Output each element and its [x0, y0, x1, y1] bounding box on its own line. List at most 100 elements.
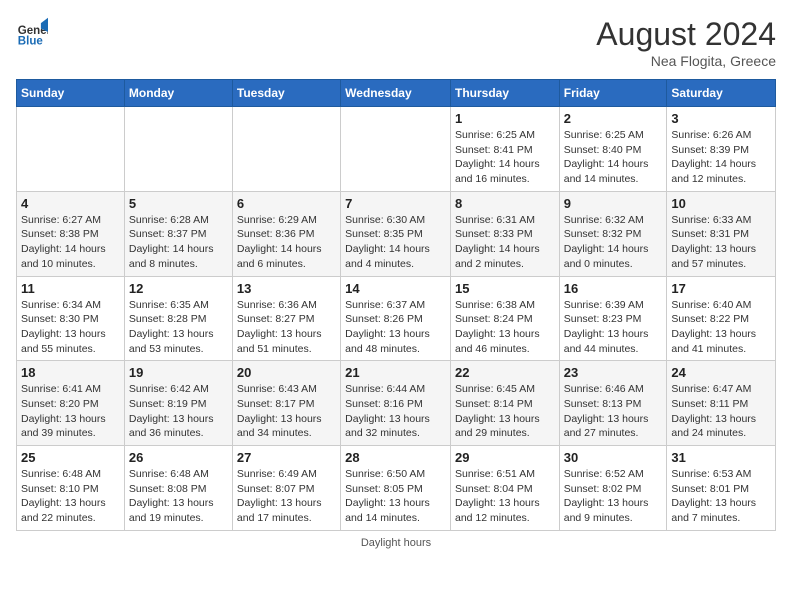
- table-row: 23Sunrise: 6:46 AM Sunset: 8:13 PM Dayli…: [559, 361, 667, 446]
- table-row: 8 Sunrise: 6:31 AM Sunset: 8:33 PM Daylig…: [450, 191, 559, 276]
- day-number: 17: [671, 281, 771, 296]
- day-info: Sunrise: 6:32 AM Sunset: 8:32 PM Dayligh…: [564, 213, 663, 272]
- day-info: Sunrise: 6:52 AM Sunset: 8:02 PM Dayligh…: [564, 467, 663, 526]
- header-tuesday: Tuesday: [232, 80, 340, 107]
- day-number: 19: [129, 365, 228, 380]
- day-info: Sunrise: 6:50 AM Sunset: 8:05 PM Dayligh…: [345, 467, 446, 526]
- table-row: [124, 107, 232, 192]
- table-row: 22Sunrise: 6:45 AM Sunset: 8:14 PM Dayli…: [450, 361, 559, 446]
- day-number: 22: [455, 365, 555, 380]
- header-thursday: Thursday: [450, 80, 559, 107]
- day-info: Sunrise: 6:34 AM Sunset: 8:30 PM Dayligh…: [21, 298, 120, 357]
- table-row: 31 Sunrise: 6:53 AM Sunset: 8:01 PM Dayli…: [667, 446, 776, 531]
- day-info: Sunrise: 6:41 AM Sunset: 8:20 PM Dayligh…: [21, 382, 120, 441]
- day-info: Sunrise: 6:36 AM Sunset: 8:27 PM Dayligh…: [237, 298, 336, 357]
- table-row: 1Sunrise: 6:25 AM Sunset: 8:41 PM Daylig…: [450, 107, 559, 192]
- footer-text: Daylight hours: [16, 537, 776, 549]
- table-row: 16 Sunrise: 6:39 AM Sunset: 8:23 PM Dayli…: [559, 276, 667, 361]
- day-info: Sunrise: 6:48 AM Sunset: 8:10 PM Dayligh…: [21, 467, 120, 526]
- table-row: 24Sunrise: 6:47 AM Sunset: 8:11 PM Dayli…: [667, 361, 776, 446]
- day-info: Sunrise: 6:44 AM Sunset: 8:16 PM Dayligh…: [345, 382, 446, 441]
- day-number: 2: [564, 111, 663, 126]
- table-row: 10Sunrise: 6:33 AM Sunset: 8:31 PM Dayli…: [667, 191, 776, 276]
- calendar-body: 1Sunrise: 6:25 AM Sunset: 8:41 PM Daylig…: [17, 107, 776, 531]
- day-number: 7: [345, 196, 446, 211]
- table-row: 12 Sunrise: 6:35 AM Sunset: 8:28 PM Dayli…: [124, 276, 232, 361]
- calendar-table: Sunday Monday Tuesday Wednesday Thursday…: [16, 79, 776, 531]
- day-number: 3: [671, 111, 771, 126]
- table-row: 6 Sunrise: 6:29 AM Sunset: 8:36 PM Daylig…: [232, 191, 340, 276]
- day-info: Sunrise: 6:35 AM Sunset: 8:28 PM Dayligh…: [129, 298, 228, 357]
- header-friday: Friday: [559, 80, 667, 107]
- day-number: 1: [455, 111, 555, 126]
- day-info: Sunrise: 6:40 AM Sunset: 8:22 PM Dayligh…: [671, 298, 771, 357]
- table-row: 18Sunrise: 6:41 AM Sunset: 8:20 PM Dayli…: [17, 361, 125, 446]
- table-row: 28 Sunrise: 6:50 AM Sunset: 8:05 PM Dayli…: [341, 446, 451, 531]
- day-info: Sunrise: 6:38 AM Sunset: 8:24 PM Dayligh…: [455, 298, 555, 357]
- day-number: 31: [671, 450, 771, 465]
- day-info: Sunrise: 6:46 AM Sunset: 8:13 PM Dayligh…: [564, 382, 663, 441]
- day-info: Sunrise: 6:30 AM Sunset: 8:35 PM Dayligh…: [345, 213, 446, 272]
- day-info: Sunrise: 6:25 AM Sunset: 8:40 PM Dayligh…: [564, 128, 663, 187]
- day-number: 24: [671, 365, 771, 380]
- table-row: 30 Sunrise: 6:52 AM Sunset: 8:02 PM Dayli…: [559, 446, 667, 531]
- day-info: Sunrise: 6:51 AM Sunset: 8:04 PM Dayligh…: [455, 467, 555, 526]
- day-number: 25: [21, 450, 120, 465]
- header-wednesday: Wednesday: [341, 80, 451, 107]
- day-info: Sunrise: 6:43 AM Sunset: 8:17 PM Dayligh…: [237, 382, 336, 441]
- day-info: Sunrise: 6:29 AM Sunset: 8:36 PM Dayligh…: [237, 213, 336, 272]
- table-row: 11 Sunrise: 6:34 AM Sunset: 8:30 PM Dayli…: [17, 276, 125, 361]
- table-row: 5 Sunrise: 6:28 AM Sunset: 8:37 PM Daylig…: [124, 191, 232, 276]
- logo-icon: General Blue: [16, 16, 48, 48]
- table-row: 14Sunrise: 6:37 AM Sunset: 8:26 PM Dayli…: [341, 276, 451, 361]
- table-row: 15 Sunrise: 6:38 AM Sunset: 8:24 PM Dayli…: [450, 276, 559, 361]
- table-row: [341, 107, 451, 192]
- day-number: 4: [21, 196, 120, 211]
- table-row: 17 Sunrise: 6:40 AM Sunset: 8:22 PM Dayli…: [667, 276, 776, 361]
- day-number: 15: [455, 281, 555, 296]
- day-info: Sunrise: 6:53 AM Sunset: 8:01 PM Dayligh…: [671, 467, 771, 526]
- day-info: Sunrise: 6:49 AM Sunset: 8:07 PM Dayligh…: [237, 467, 336, 526]
- month-title: August 2024: [596, 16, 776, 53]
- day-info: Sunrise: 6:27 AM Sunset: 8:38 PM Dayligh…: [21, 213, 120, 272]
- day-info: Sunrise: 6:31 AM Sunset: 8:33 PM Dayligh…: [455, 213, 555, 272]
- table-row: 13 Sunrise: 6:36 AM Sunset: 8:27 PM Dayli…: [232, 276, 340, 361]
- table-row: 4 Sunrise: 6:27 AM Sunset: 8:38 PM Daylig…: [17, 191, 125, 276]
- day-number: 9: [564, 196, 663, 211]
- page-header: General Blue August 2024 Nea Flogita, Gr…: [16, 16, 776, 69]
- table-row: [17, 107, 125, 192]
- day-number: 5: [129, 196, 228, 211]
- day-info: Sunrise: 6:42 AM Sunset: 8:19 PM Dayligh…: [129, 382, 228, 441]
- table-row: [232, 107, 340, 192]
- logo: General Blue: [16, 16, 48, 48]
- day-number: 8: [455, 196, 555, 211]
- table-row: 20 Sunrise: 6:43 AM Sunset: 8:17 PM Dayli…: [232, 361, 340, 446]
- table-row: 21Sunrise: 6:44 AM Sunset: 8:16 PM Dayli…: [341, 361, 451, 446]
- table-row: 29 Sunrise: 6:51 AM Sunset: 8:04 PM Dayli…: [450, 446, 559, 531]
- day-number: 26: [129, 450, 228, 465]
- day-number: 14: [345, 281, 446, 296]
- svg-text:Blue: Blue: [18, 35, 44, 47]
- header-sunday: Sunday: [17, 80, 125, 107]
- table-row: 27Sunrise: 6:49 AM Sunset: 8:07 PM Dayli…: [232, 446, 340, 531]
- day-number: 16: [564, 281, 663, 296]
- day-number: 10: [671, 196, 771, 211]
- title-area: August 2024 Nea Flogita, Greece: [596, 16, 776, 69]
- day-info: Sunrise: 6:48 AM Sunset: 8:08 PM Dayligh…: [129, 467, 228, 526]
- table-row: 2 Sunrise: 6:25 AM Sunset: 8:40 PM Daylig…: [559, 107, 667, 192]
- day-info: Sunrise: 6:28 AM Sunset: 8:37 PM Dayligh…: [129, 213, 228, 272]
- table-row: 7 Sunrise: 6:30 AM Sunset: 8:35 PM Daylig…: [341, 191, 451, 276]
- day-number: 20: [237, 365, 336, 380]
- day-number: 29: [455, 450, 555, 465]
- day-number: 30: [564, 450, 663, 465]
- table-row: 9 Sunrise: 6:32 AM Sunset: 8:32 PM Daylig…: [559, 191, 667, 276]
- day-info: Sunrise: 6:39 AM Sunset: 8:23 PM Dayligh…: [564, 298, 663, 357]
- day-number: 6: [237, 196, 336, 211]
- table-row: 3Sunrise: 6:26 AM Sunset: 8:39 PM Daylig…: [667, 107, 776, 192]
- day-number: 13: [237, 281, 336, 296]
- header-saturday: Saturday: [667, 80, 776, 107]
- day-number: 11: [21, 281, 120, 296]
- day-number: 12: [129, 281, 228, 296]
- day-number: 28: [345, 450, 446, 465]
- location-subtitle: Nea Flogita, Greece: [596, 53, 776, 69]
